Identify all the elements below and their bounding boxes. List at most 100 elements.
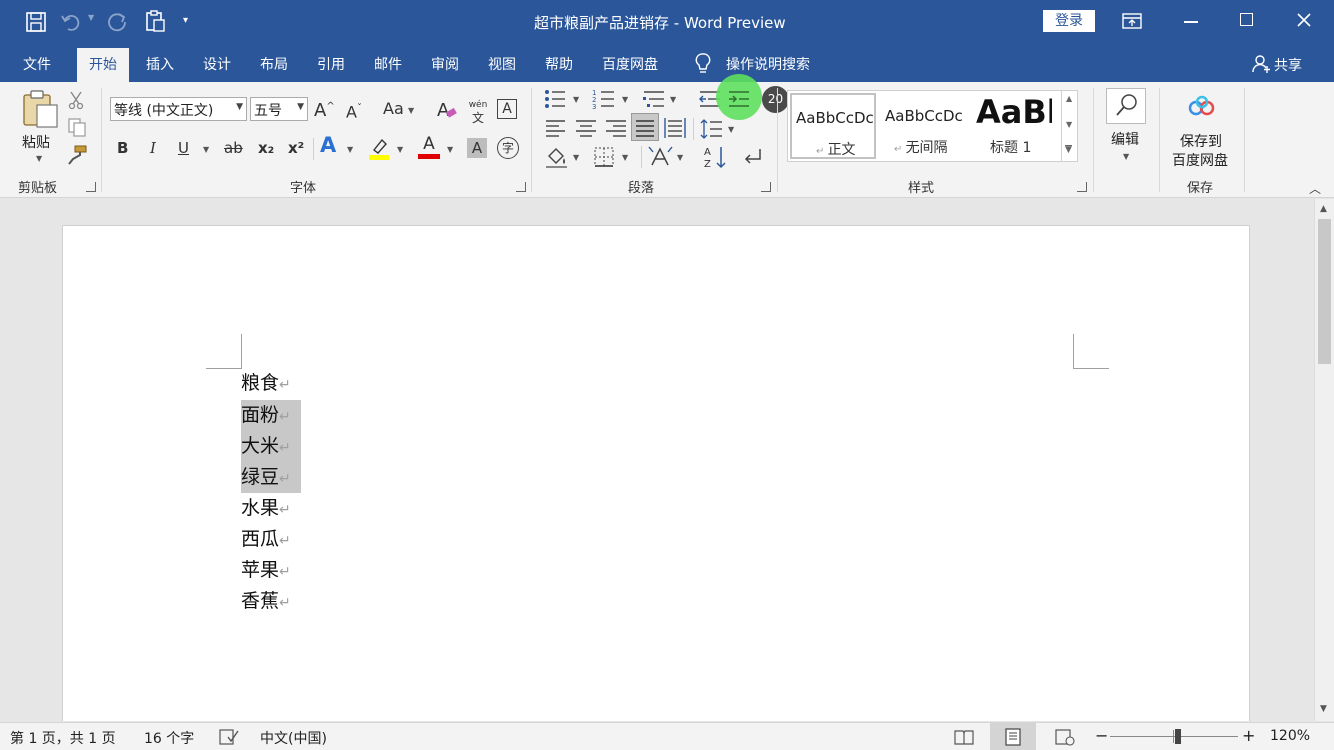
editing-button[interactable]: 编辑 [1111,129,1139,149]
text-effects-button[interactable]: A [320,135,336,156]
gallery-more-icon[interactable]: ▼ [1065,145,1072,155]
chinese-layout-dropdown-icon[interactable]: ▼ [677,153,683,162]
collapse-ribbon-icon[interactable]: ︿ [1309,180,1321,197]
tab-layout[interactable]: 布局 [260,54,288,74]
character-border-icon[interactable]: A [497,99,517,119]
undo-icon[interactable] [60,11,82,33]
tab-insert[interactable]: 插入 [146,54,174,74]
show-paragraph-marks-icon[interactable] [740,146,764,168]
vertical-scrollbar[interactable]: ▲ ▼ [1314,199,1334,721]
style-no-spacing[interactable]: AaBbCcDc ↵ 无间隔 [880,93,966,159]
customize-toolbar-icon[interactable]: ▾ [183,15,188,26]
tab-file[interactable]: 文件 [23,54,51,74]
highlight-dropdown-icon[interactable]: ▼ [397,145,403,154]
share-button[interactable]: 共享 [1274,55,1302,75]
chinese-layout-icon[interactable] [648,145,674,169]
distributed-align-icon[interactable] [664,117,686,139]
font-color-dropdown-icon[interactable]: ▼ [447,145,453,154]
editing-dropdown-icon[interactable]: ▼ [1123,152,1129,161]
subscript-button[interactable]: x₂ [258,138,274,158]
shading-icon[interactable] [545,146,569,168]
bullets-dropdown-icon[interactable]: ▼ [573,95,579,104]
scroll-up-icon[interactable]: ▲ [1066,94,1072,103]
save-to-netdisk-line2[interactable]: 百度网盘 [1172,150,1228,170]
format-painter-icon[interactable] [66,144,88,166]
paste-button[interactable]: 粘贴 [22,132,50,152]
bullets-icon[interactable] [543,88,567,110]
zoom-slider-track[interactable] [1110,736,1238,737]
word-count[interactable]: 16 个字 [144,728,194,748]
paragraph-line[interactable]: 粮食↵ [241,368,291,399]
paragraph-line-selected[interactable]: 面粉↵ [241,400,301,431]
clipboard-quick-icon[interactable] [143,9,167,33]
zoom-slider-thumb[interactable] [1175,729,1181,744]
maximize-button[interactable] [1240,13,1253,26]
align-center-icon[interactable] [575,118,597,138]
paragraph-line-selected[interactable]: 大米↵ [241,431,301,462]
paragraph-launcher-icon[interactable] [761,182,771,192]
ribbon-display-options-icon[interactable] [1122,12,1142,30]
font-launcher-icon[interactable] [516,182,526,192]
italic-button[interactable]: I [150,138,156,158]
tab-references[interactable]: 引用 [317,54,345,74]
align-left-icon[interactable] [545,118,567,138]
clear-formatting-icon[interactable]: A [435,98,459,122]
multilevel-list-icon[interactable] [642,88,666,110]
enclose-characters-icon[interactable]: 字 [497,137,519,159]
lightbulb-icon[interactable] [694,52,712,76]
paragraph-line[interactable]: 苹果↵ [241,555,291,586]
font-size-combo[interactable]: 五号 ▼ [250,97,308,121]
login-button[interactable]: 登录 [1043,10,1095,32]
justify-button[interactable] [631,113,659,141]
strikethrough-button[interactable]: ab [224,138,243,158]
tab-baidu-netdisk[interactable]: 百度网盘 [602,54,658,74]
character-shading-icon[interactable]: A [467,138,487,158]
paste-dropdown-icon[interactable]: ▼ [36,154,42,163]
font-name-combo[interactable]: 等线 (中文正文) ▼ [110,97,247,121]
save-icon[interactable] [25,11,47,33]
scroll-thumb[interactable] [1318,219,1331,364]
increase-indent-icon[interactable] [727,88,751,110]
align-right-icon[interactable] [605,118,627,138]
underline-dropdown-icon[interactable]: ▼ [203,145,209,154]
scroll-up-arrow-icon[interactable]: ▲ [1320,204,1327,214]
text-effects-dropdown-icon[interactable]: ▼ [347,145,353,154]
numbering-dropdown-icon[interactable]: ▼ [622,95,628,104]
read-mode-icon[interactable] [954,728,974,746]
paragraph-line[interactable]: 水果↵ [241,493,291,524]
baidu-netdisk-icon[interactable] [1186,94,1218,120]
grow-font-icon[interactable]: A^ [314,97,335,121]
tab-design[interactable]: 设计 [203,54,231,74]
bold-button[interactable]: B [117,138,128,158]
paste-icon[interactable] [21,89,59,129]
borders-icon[interactable] [593,146,615,168]
paragraph-line[interactable]: 西瓜↵ [241,524,291,555]
line-spacing-icon[interactable] [700,118,724,140]
zoom-level[interactable]: 120% [1270,728,1310,744]
change-case-dropdown-icon[interactable]: ▼ [408,106,414,115]
clipboard-launcher-icon[interactable] [86,182,96,192]
tab-view[interactable]: 视图 [488,54,516,74]
style-normal[interactable]: AaBbCcDc ↵ 正文 [790,93,876,159]
line-spacing-dropdown-icon[interactable]: ▼ [728,125,734,134]
zoom-out-button[interactable]: − [1095,726,1108,745]
tab-home[interactable]: 开始 [77,48,129,82]
numbering-icon[interactable]: 123 [592,88,616,110]
styles-launcher-icon[interactable] [1077,182,1087,192]
paragraph-line[interactable]: 香蕉↵ [241,586,291,617]
shrink-font-icon[interactable]: Aˇ [346,99,362,122]
zoom-in-button[interactable]: + [1242,726,1255,745]
close-button[interactable] [1296,12,1312,28]
multilevel-list-dropdown-icon[interactable]: ▼ [670,95,676,104]
print-layout-button[interactable] [990,723,1036,750]
copy-icon[interactable] [67,117,87,137]
sort-icon[interactable]: AZ [703,145,729,169]
phonetic-guide-icon[interactable]: wén 文 [467,96,489,124]
change-case-button[interactable]: Aa [383,99,404,119]
tab-help[interactable]: 帮助 [545,54,573,74]
scroll-down-icon[interactable]: ▼ [1066,120,1072,129]
proofing-icon[interactable] [219,728,239,746]
redo-icon[interactable] [106,11,130,33]
language[interactable]: 中文(中国) [260,728,327,748]
find-button[interactable] [1106,88,1146,124]
